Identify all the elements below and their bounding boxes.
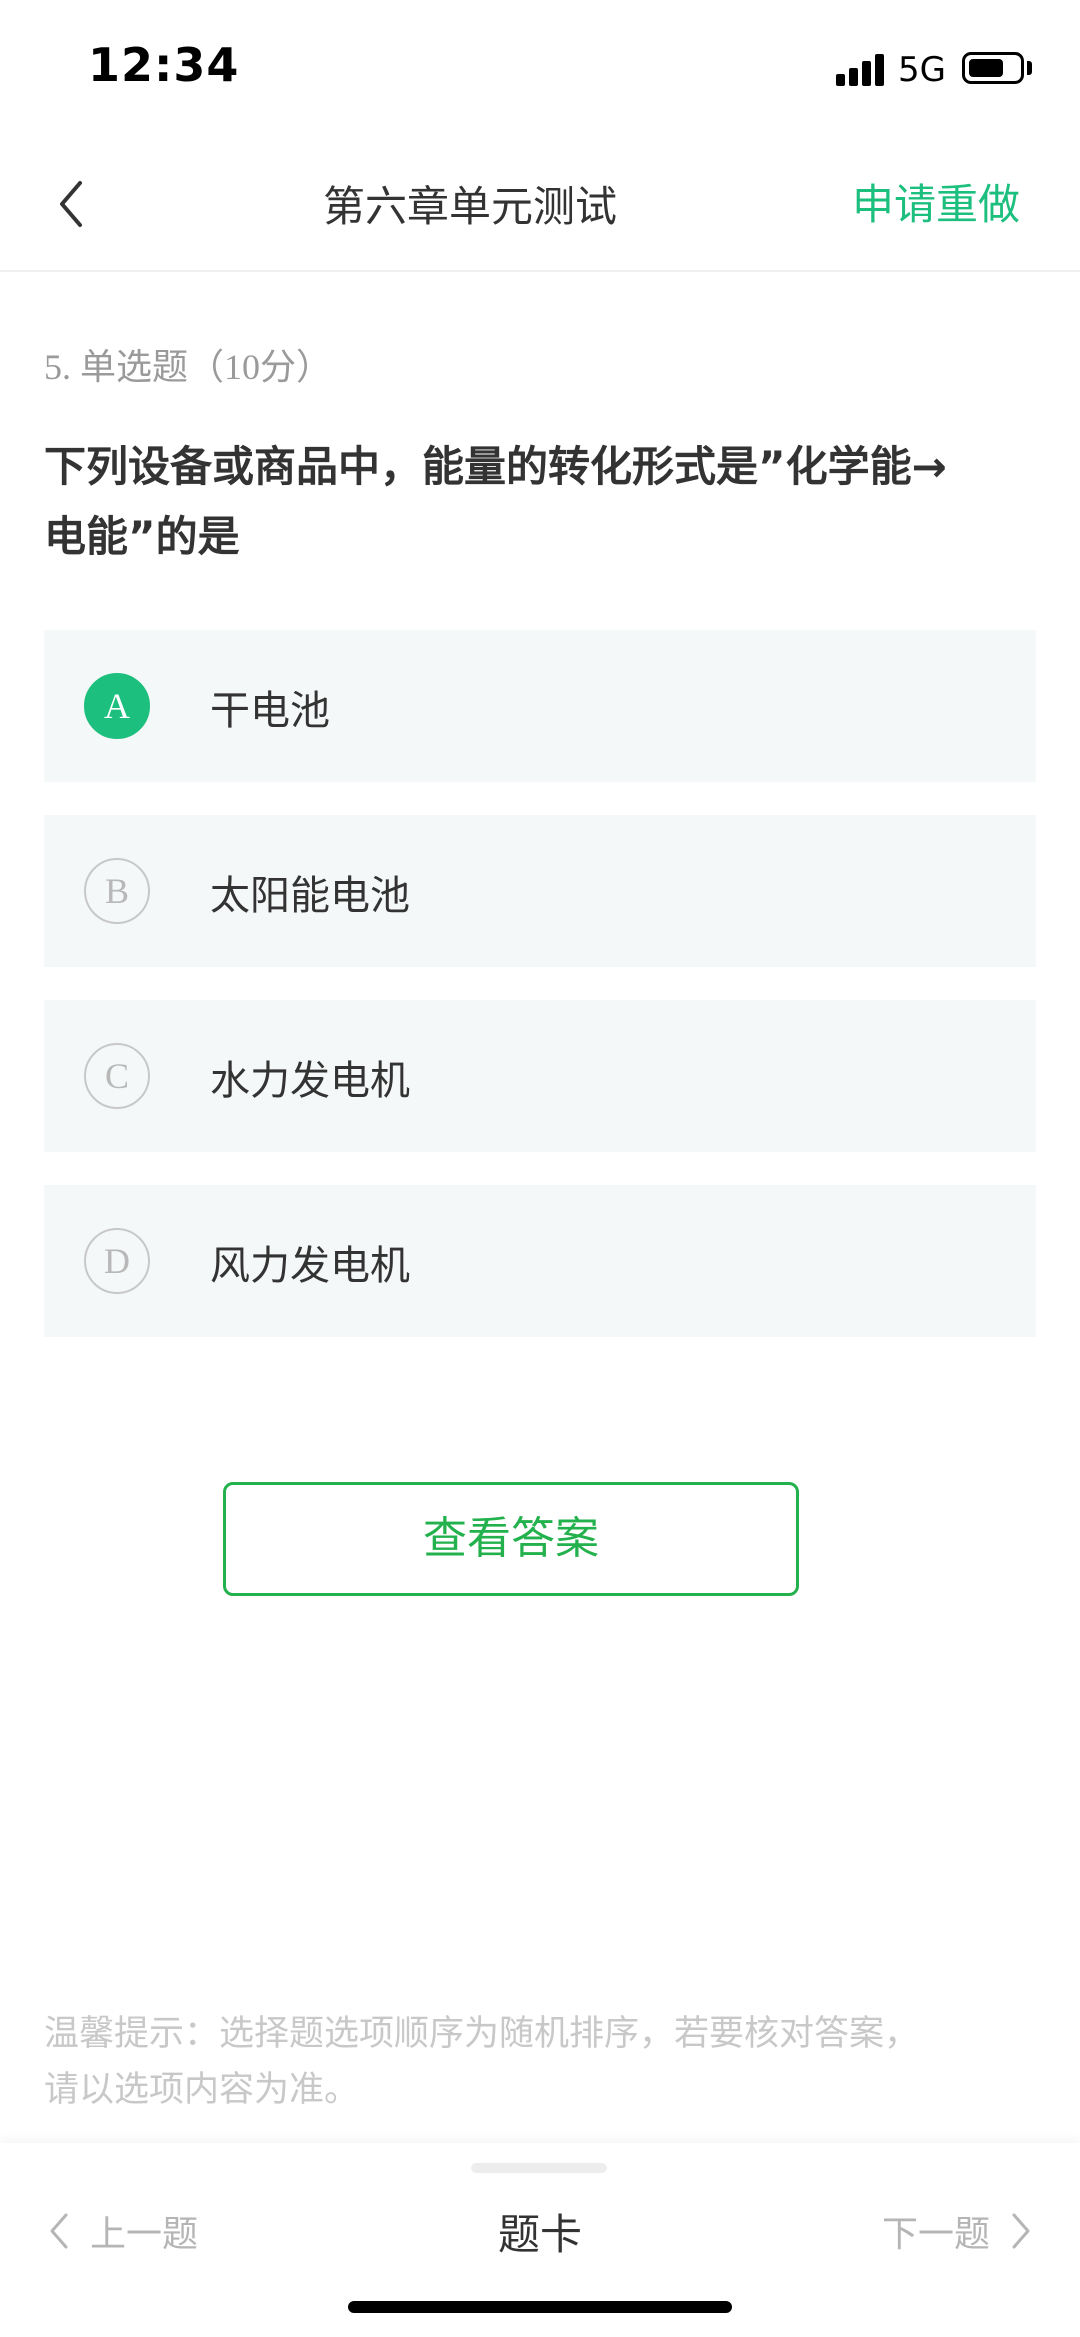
option-a-text: 干电池: [210, 688, 330, 734]
question-meta: 5. 单选题（10分）: [44, 347, 333, 387]
network-label: 5G: [898, 50, 946, 90]
question-text-line-1: 下列设备或商品中，能量的转化形式是”化学能→: [44, 442, 947, 491]
option-b-letter: B: [84, 858, 150, 924]
option-d[interactable]: D 风力发电机: [44, 1185, 1036, 1337]
option-c[interactable]: C 水力发电机: [44, 1000, 1036, 1152]
question-text-line-2: 电能”的是: [44, 512, 240, 561]
battery-icon: [962, 52, 1024, 84]
nav-bar: 第六章单元测试 申请重做: [0, 135, 1080, 272]
status-bar: 12:34 5G: [0, 0, 1080, 135]
next-question-label: 下一题: [881, 2214, 990, 2255]
signal-icon: [836, 52, 886, 86]
bottom-bar: 上一题 题卡 下一题: [0, 2143, 1080, 2337]
next-question-button[interactable]: 下一题: [882, 2205, 1032, 2257]
battery-tip: [1027, 61, 1032, 75]
chevron-right-icon: [1012, 2213, 1030, 2249]
view-answer-button[interactable]: 查看答案: [223, 1482, 799, 1596]
option-d-text: 风力发电机: [210, 1243, 410, 1289]
option-d-letter: D: [84, 1228, 150, 1294]
option-b[interactable]: B 太阳能电池: [44, 815, 1036, 967]
question-text: 下列设备或商品中，能量的转化形式是”化学能→ 电能”的是: [44, 432, 1044, 572]
option-b-text: 太阳能电池: [210, 873, 410, 919]
drag-handle[interactable]: [471, 2163, 607, 2173]
battery-level: [969, 59, 1003, 77]
option-c-letter: C: [84, 1043, 150, 1109]
tip-line-2: 请以选项内容为准。: [44, 2070, 360, 2110]
request-redo-button[interactable]: 申请重做: [852, 171, 1020, 232]
option-c-text: 水力发电机: [210, 1058, 410, 1104]
page-title: 第六章单元测试: [322, 182, 617, 231]
tip-text: 温馨提示：选择题选项顺序为随机排序，若要核对答案， 请以选项内容为准。: [44, 2006, 1044, 2118]
option-a[interactable]: A 干电池: [44, 630, 1036, 782]
option-a-letter: A: [84, 673, 150, 739]
status-time: 12:34: [88, 38, 240, 92]
tip-line-1: 温馨提示：选择题选项顺序为随机排序，若要核对答案，: [44, 2014, 920, 2054]
quiz-page: 12:34 5G 第六章单元测试 申请重做 5. 单选题（10分） 下列设备或商…: [0, 0, 1080, 2337]
home-indicator: [348, 2301, 732, 2313]
